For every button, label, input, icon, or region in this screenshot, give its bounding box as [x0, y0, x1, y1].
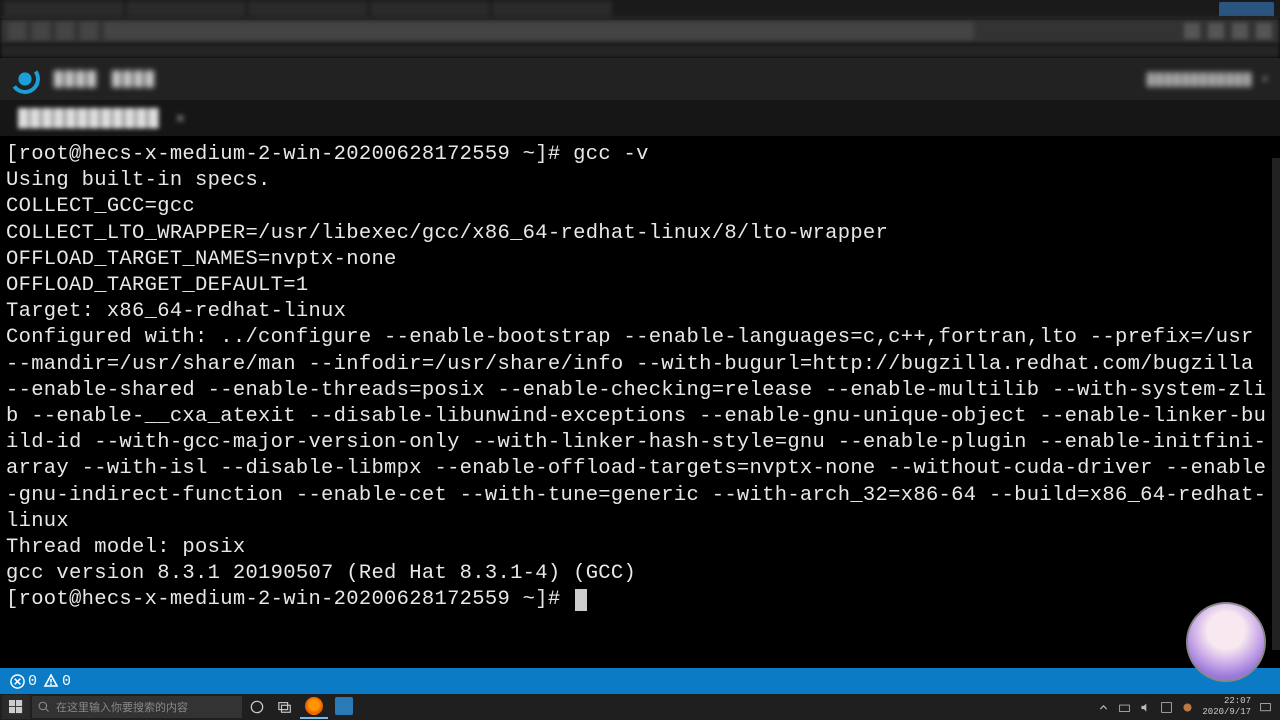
app-header-account[interactable]: ████████████ ▾	[1147, 72, 1270, 87]
browser-tab[interactable]	[126, 1, 246, 17]
browser-tab[interactable]	[4, 1, 124, 17]
start-button[interactable]	[2, 695, 30, 719]
terminal-line: COLLECT_LTO_WRAPPER=/usr/libexec/gcc/x86…	[6, 222, 888, 245]
browser-menu-icon[interactable]	[1256, 23, 1272, 39]
browser-extension-badge[interactable]	[1219, 2, 1274, 16]
terminal-line: OFFLOAD_TARGET_DEFAULT=1	[6, 274, 308, 297]
terminal-cursor	[575, 589, 587, 611]
terminal-line: Configured with: ../configure --enable-b…	[6, 326, 1266, 532]
terminal-tab-label: ████████████	[18, 109, 160, 129]
windows-taskbar: 在这里输入你要搜索的内容 22:07 2020/9/17	[0, 694, 1280, 720]
notifications-icon[interactable]	[1259, 701, 1272, 714]
tray-clock[interactable]: 22:07 2020/9/17	[1202, 696, 1251, 718]
error-icon	[10, 674, 25, 689]
terminal-line: COLLECT_GCC=gcc	[6, 195, 195, 218]
cortana-button[interactable]	[244, 695, 270, 719]
close-icon[interactable]: ✕	[175, 110, 186, 128]
tray-date: 2020/9/17	[1202, 707, 1251, 718]
tray-time: 22:07	[1202, 696, 1251, 707]
network-icon[interactable]	[1118, 701, 1131, 714]
search-placeholder: 在这里输入你要搜索的内容	[56, 699, 188, 715]
browser-tab[interactable]	[492, 1, 612, 17]
volume-icon[interactable]	[1139, 701, 1152, 714]
terminal-prompt: [root@hecs-x-medium-2-win-20200628172559…	[6, 143, 561, 166]
browser-action-icon[interactable]	[1232, 23, 1248, 39]
terminal-tab-bar: ████████████ ✕	[0, 100, 1280, 136]
terminal-line: Thread model: posix	[6, 536, 245, 559]
circle-icon	[250, 700, 264, 714]
windows-icon	[9, 700, 23, 714]
tray-app-icon[interactable]	[1181, 701, 1194, 714]
terminal-line: Target: x86_64-redhat-linux	[6, 300, 346, 323]
firefox-icon	[305, 697, 323, 715]
app-header-nav-1[interactable]: ████	[54, 71, 98, 88]
terminal-command: gcc -v	[573, 143, 649, 166]
home-button[interactable]	[80, 22, 98, 40]
app-header: ████ ████ ████████████ ▾	[0, 58, 1280, 100]
terminal-line: Using built-in specs.	[6, 169, 271, 192]
system-tray: 22:07 2020/9/17	[1097, 696, 1278, 718]
forward-button[interactable]	[32, 22, 50, 40]
browser-tab-strip	[0, 0, 1280, 18]
status-warnings[interactable]: 0	[43, 673, 71, 690]
status-bar: 0 0	[0, 668, 1280, 694]
browser-toolbar	[0, 18, 1280, 44]
search-icon	[38, 701, 50, 713]
task-view-button[interactable]	[272, 695, 298, 719]
back-button[interactable]	[8, 22, 26, 40]
errors-count: 0	[28, 673, 37, 690]
app-logo-icon	[10, 64, 40, 94]
taskbar-app-edge[interactable]	[330, 695, 358, 719]
address-bar[interactable]	[104, 22, 974, 40]
chevron-up-icon[interactable]	[1097, 701, 1110, 714]
terminal-line: gcc version 8.3.1 20190507 (Red Hat 8.3.…	[6, 562, 636, 585]
terminal-output[interactable]: [root@hecs-x-medium-2-win-20200628172559…	[0, 136, 1280, 626]
task-view-icon	[278, 700, 292, 714]
assistant-mascot-icon[interactable]	[1186, 602, 1266, 682]
warning-icon	[43, 673, 59, 689]
terminal-line: OFFLOAD_TARGET_NAMES=nvptx-none	[6, 248, 397, 271]
warnings-count: 0	[62, 673, 71, 690]
app-header-nav-2[interactable]: ████	[112, 71, 156, 88]
terminal-prompt: [root@hecs-x-medium-2-win-20200628172559…	[6, 588, 561, 611]
taskbar-app-firefox[interactable]	[300, 695, 328, 719]
edge-icon	[335, 697, 353, 715]
status-errors[interactable]: 0	[10, 673, 37, 690]
reload-button[interactable]	[56, 22, 74, 40]
ime-icon[interactable]	[1160, 701, 1173, 714]
terminal-tab[interactable]: ████████████ ✕	[8, 104, 196, 133]
browser-tab[interactable]	[370, 1, 490, 17]
browser-bookmark-bar	[0, 44, 1280, 58]
scrollbar[interactable]	[1272, 158, 1280, 650]
taskbar-search[interactable]: 在这里输入你要搜索的内容	[32, 696, 242, 718]
browser-action-icon[interactable]	[1184, 23, 1200, 39]
browser-action-icon[interactable]	[1208, 23, 1224, 39]
browser-tab[interactable]	[248, 1, 368, 17]
